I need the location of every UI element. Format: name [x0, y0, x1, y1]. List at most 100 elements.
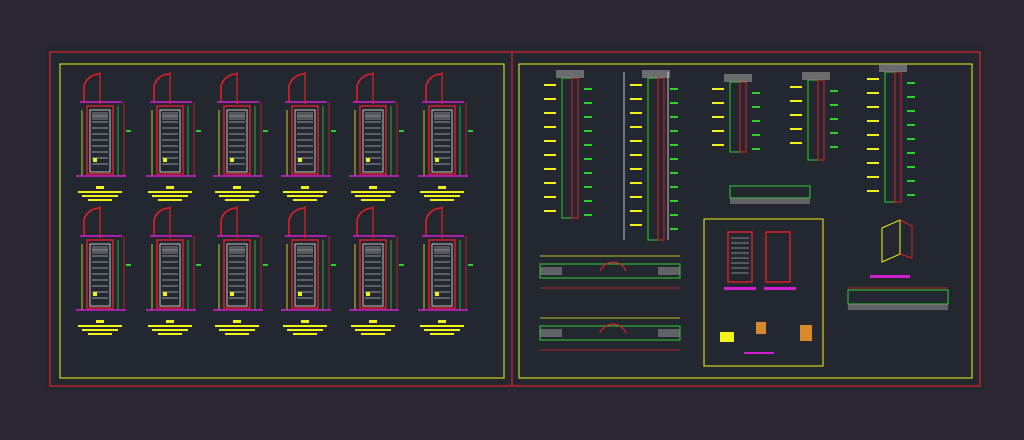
- note-mark: [670, 214, 678, 216]
- note-mark: [670, 228, 678, 230]
- note-mark: [907, 194, 915, 196]
- label-mark: [355, 195, 391, 197]
- note-mark: [544, 112, 556, 114]
- note-mark: [544, 126, 556, 128]
- note-mark: [584, 214, 592, 216]
- sill-hatch: [730, 198, 810, 204]
- cad-drawing-canvas[interactable]: [0, 0, 1024, 436]
- label-mark: [148, 191, 192, 193]
- note-mark: [830, 132, 838, 134]
- label-mark: [215, 325, 259, 327]
- door-glass-panel: [92, 112, 108, 120]
- note-mark: [790, 114, 802, 116]
- label-mark: [96, 186, 104, 189]
- annotation-mark: [230, 292, 234, 296]
- note-mark: [867, 92, 879, 94]
- annotation-mark: [331, 130, 336, 132]
- note-mark: [790, 100, 802, 102]
- door-glass-panel: [365, 112, 381, 120]
- door-glass-panel: [229, 246, 245, 254]
- note-mark: [867, 120, 879, 122]
- annotation-mark: [263, 130, 268, 132]
- annotation-mark: [399, 264, 404, 266]
- label-mark: [424, 329, 460, 331]
- label-mark: [430, 333, 454, 335]
- door-glass-panel: [434, 246, 450, 254]
- inset-label-mark: [724, 287, 756, 290]
- note-mark: [867, 190, 879, 192]
- inset-label-mark: [764, 287, 796, 290]
- annotation-mark: [468, 264, 473, 266]
- note-mark: [752, 134, 760, 136]
- label-mark: [88, 333, 112, 335]
- note-mark: [907, 152, 915, 154]
- note-mark: [830, 104, 838, 106]
- door-glass-panel: [162, 112, 178, 120]
- label-mark: [301, 320, 309, 323]
- note-mark: [544, 154, 556, 156]
- note-mark: [670, 130, 678, 132]
- note-mark: [670, 172, 678, 174]
- note-mark: [670, 144, 678, 146]
- inset-detail-mark: [756, 322, 766, 334]
- label-mark: [96, 320, 104, 323]
- label-mark: [438, 186, 446, 189]
- door-glass-panel: [297, 246, 313, 254]
- note-mark: [752, 92, 760, 94]
- label-mark: [361, 199, 385, 201]
- label-mark: [233, 320, 241, 323]
- note-mark: [712, 102, 724, 104]
- label-mark: [152, 195, 188, 197]
- label-mark: [301, 186, 309, 189]
- label-mark: [293, 199, 317, 201]
- label-mark: [369, 320, 377, 323]
- annotation-mark: [93, 292, 97, 296]
- note-mark: [907, 110, 915, 112]
- plan-hatch-right: [848, 304, 948, 310]
- annotation-mark: [163, 158, 167, 162]
- annotation-mark: [196, 264, 201, 266]
- note-mark: [630, 84, 642, 86]
- label-mark: [158, 199, 182, 201]
- plan-hatch: [658, 267, 680, 275]
- annotation-mark: [126, 264, 131, 266]
- door-glass-panel: [162, 246, 178, 254]
- annotation-mark: [399, 130, 404, 132]
- annotation-mark: [435, 158, 439, 162]
- label-mark: [430, 199, 454, 201]
- door-glass-panel: [365, 246, 381, 254]
- note-mark: [670, 102, 678, 104]
- note-mark: [630, 168, 642, 170]
- ceiling-hatch: [802, 72, 830, 80]
- cad-drawing-viewport[interactable]: [0, 0, 1024, 436]
- note-mark: [584, 102, 592, 104]
- label-mark: [82, 195, 118, 197]
- note-mark: [584, 158, 592, 160]
- sheet-background: [46, 46, 984, 390]
- ceiling-hatch: [879, 64, 907, 72]
- note-mark: [907, 96, 915, 98]
- door-glass-panel: [297, 112, 313, 120]
- annotation-mark: [126, 130, 131, 132]
- door-glass-panel: [92, 246, 108, 254]
- note-mark: [544, 84, 556, 86]
- note-mark: [630, 182, 642, 184]
- label-mark: [361, 333, 385, 335]
- label-mark: [148, 325, 192, 327]
- annotation-mark: [366, 292, 370, 296]
- inset-label-mark: [744, 352, 774, 354]
- note-mark: [670, 116, 678, 118]
- plan-hatch: [540, 267, 562, 275]
- note-mark: [712, 130, 724, 132]
- note-mark: [584, 172, 592, 174]
- note-mark: [630, 210, 642, 212]
- door-glass-panel: [434, 112, 450, 120]
- label-mark: [438, 320, 446, 323]
- note-mark: [867, 78, 879, 80]
- label-mark: [166, 320, 174, 323]
- note-mark: [630, 112, 642, 114]
- plan-hatch: [540, 329, 562, 337]
- annotation-mark: [263, 264, 268, 266]
- note-mark: [630, 126, 642, 128]
- note-mark: [907, 82, 915, 84]
